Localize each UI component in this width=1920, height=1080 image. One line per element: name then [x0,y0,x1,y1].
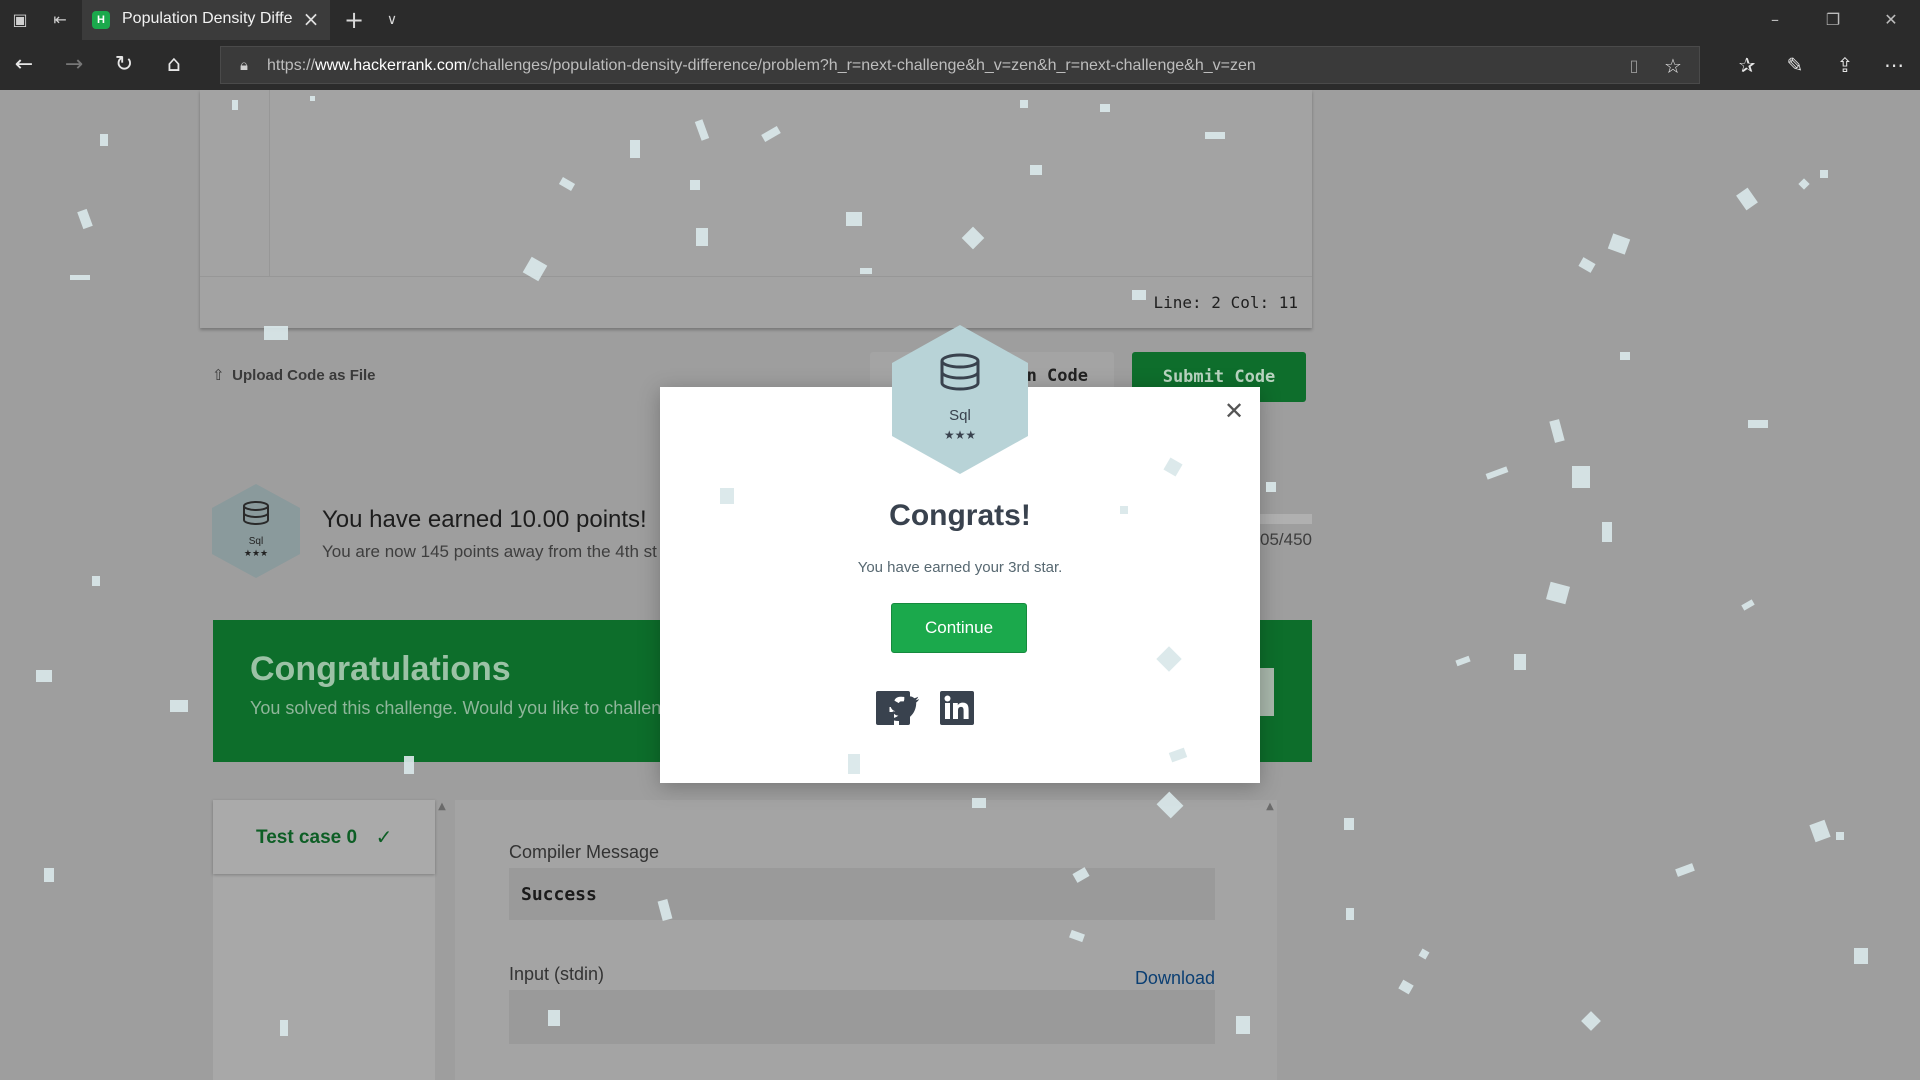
pen-icon[interactable]: ✎ [1781,51,1809,79]
upload-icon: ⇧ [212,366,225,384]
home-icon[interactable]: ⌂ [160,51,188,79]
twitter-icon[interactable] [887,691,921,725]
browser-titlebar: ▣ ⇤ H Population Density Diffe × + ∨ – ❐… [0,0,1920,40]
large-badge-name: Sql [949,407,971,424]
modal-title: Congrats! [889,499,1031,532]
banner-subtitle: You solved this challenge. Would you lik… [250,698,662,718]
new-tab-icon[interactable]: + [340,7,368,33]
browser-tab-active[interactable]: H Population Density Diffe × [82,0,330,40]
linkedin-icon[interactable] [940,691,974,725]
run-code-label: n Code [1026,366,1088,386]
address-bar[interactable]: 🔒︎ https://www.hackerrank.com/challenges… [220,46,1700,84]
modal-subtitle: You have earned your 3rd star. [857,559,1063,576]
input-stdin-label: Input (stdin) [509,964,605,984]
lock-icon: 🔒︎ [240,56,248,74]
close-icon[interactable]: ✕ [1222,399,1246,423]
favorites-hub-icon[interactable]: ✰ [1733,51,1761,79]
minimize-icon[interactable]: – [1752,6,1798,34]
small-badge-stars: ★★★ [244,549,268,559]
test-case-list: Test case 0 ✓ ▲ [213,800,446,1080]
download-link[interactable]: Download [1135,968,1215,989]
test-case-label: Test case 0 [256,827,358,848]
forward-icon[interactable]: → [60,51,88,79]
code-editor[interactable]: Line: 2 Col: 11 [200,90,1312,328]
test-case-detail: Compiler Message Success Input (stdin) D… [455,800,1277,1080]
points-earned-subtitle: You are now 145 points away from the 4th… [322,542,657,561]
close-tab-icon[interactable]: × [300,8,322,30]
upload-label: Upload Code as File [232,367,376,384]
tab-manager-icon[interactable]: ▣ [9,9,31,31]
share-icon[interactable]: ⇪ [1831,51,1859,79]
hackerrank-favicon-icon: H [92,11,110,29]
banner-title: Congratulations [250,650,511,688]
test-results: Test case 0 ✓ ▲ Compiler Message Success… [213,800,1293,1080]
window-close-icon[interactable]: ✕ [1868,6,1914,34]
editor-gutter [200,90,270,276]
points-earned-title: You have earned 10.00 points! [322,506,647,533]
scroll-up-icon[interactable]: ▲ [1263,800,1277,814]
compiler-message-box: Success [509,868,1215,920]
back-icon[interactable]: ← [10,51,38,79]
chevron-down-icon[interactable]: ∨ [380,8,404,32]
tab-title: Population Density Diffe [122,10,292,27]
small-badge-name: Sql [249,536,263,547]
check-circle-icon: ✓ [375,825,393,849]
star-progress-bar [1260,514,1312,524]
cursor-position: Line: 2 Col: 11 [1153,293,1299,312]
continue-button[interactable]: Continue [891,603,1027,653]
refresh-icon[interactable]: ↻ [110,51,138,79]
tabs-aside-icon[interactable]: ⇤ [49,9,71,31]
url-text[interactable]: https://www.hackerrank.com/challenges/po… [267,57,1256,75]
large-badge-stars: ★★★ [944,428,976,442]
scroll-up-icon[interactable]: ▲ [435,800,449,814]
browser-navbar: ← → ↻ ⌂ 🔒︎ https://www.hackerrank.com/ch… [0,40,1920,90]
input-stdin-box [509,990,1215,1044]
sql-badge-large: Sql ★★★ [892,325,1028,474]
restore-icon[interactable]: ❐ [1810,6,1856,34]
more-icon[interactable]: ⋯ [1880,51,1908,79]
favorite-star-icon[interactable]: ☆ [1661,54,1685,78]
compiler-message-value: Success [521,884,597,905]
compiler-message-label: Compiler Message [509,842,660,862]
upload-code-link[interactable]: ⇧ Upload Code as File [212,366,376,384]
sql-badge-small: Sql ★★★ [212,484,300,578]
tab-test-case-0[interactable]: Test case 0 ✓ [213,800,435,874]
editor-statusbar: Line: 2 Col: 11 [200,276,1312,328]
reading-view-icon[interactable]: ▯ [1623,55,1645,77]
